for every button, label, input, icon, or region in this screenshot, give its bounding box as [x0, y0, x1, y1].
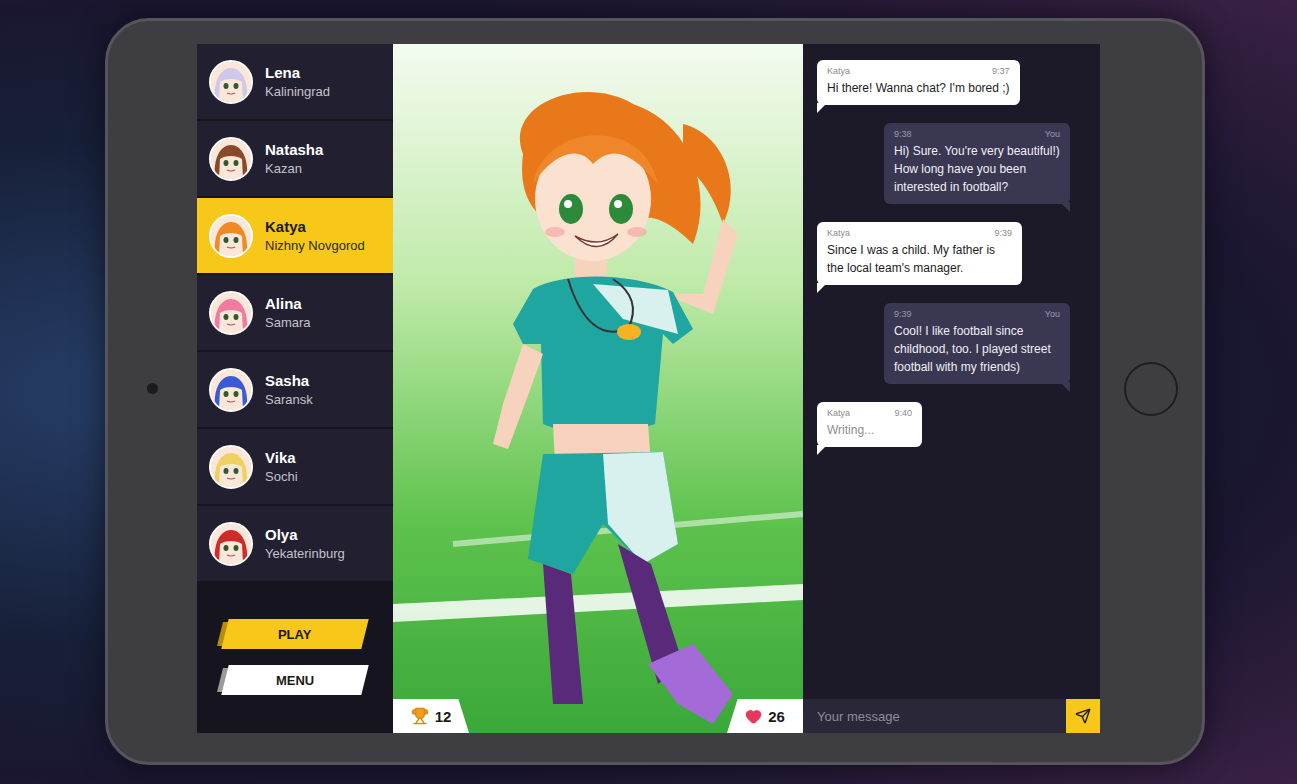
contact-text: Sasha Saransk — [265, 372, 313, 407]
message-time: 9:39 — [894, 309, 912, 319]
menu-button[interactable]: MENU — [221, 665, 368, 695]
contact-item[interactable]: Sasha Saransk — [197, 352, 393, 427]
message-header: Katya 9:39 — [827, 228, 1012, 238]
button-label: PLAY — [278, 627, 311, 642]
heart-icon — [745, 708, 762, 725]
tablet-bezel-right — [1100, 44, 1202, 733]
contact-city: Kazan — [265, 161, 323, 176]
trophy-badge: 12 — [393, 699, 469, 733]
camera-icon — [147, 383, 158, 394]
avatar-icon — [211, 62, 251, 102]
contact-avatar — [209, 522, 253, 566]
message-time: 9:39 — [994, 228, 1012, 238]
contact-text: Katya Nizhny Novgorod — [265, 218, 365, 253]
message-sender: You — [1045, 309, 1060, 319]
contact-city: Kaliningrad — [265, 84, 330, 99]
avatar-icon — [211, 447, 251, 487]
likes-count: 26 — [768, 708, 785, 725]
send-icon — [1075, 708, 1091, 724]
contact-city: Samara — [265, 315, 311, 330]
message-bubble: 9:39 You Cool! I like football since child… — [884, 303, 1070, 384]
contact-item[interactable]: Katya Nizhny Novgorod — [197, 198, 393, 273]
sidebar: Lena Kaliningrad Natasha Kazan Katya Nizhny N… — [197, 44, 393, 733]
contact-text: Lena Kaliningrad — [265, 64, 330, 99]
message-header: Katya 9:37 — [827, 66, 1010, 76]
contact-avatar — [209, 368, 253, 412]
message-text: Cool! I like football since childhood, t… — [894, 322, 1060, 376]
message-bubble: Katya 9:37 Hi there! Wanna chat? I'm bored… — [817, 60, 1020, 105]
button-label: MENU — [276, 673, 314, 688]
message-time: 9:37 — [992, 66, 1010, 76]
contact-city: Nizhny Novgorod — [265, 238, 365, 253]
contact-name: Katya — [265, 218, 365, 235]
character-picture: 12 26 — [393, 44, 803, 733]
contact-avatar — [209, 60, 253, 104]
message-sender: Katya — [827, 228, 850, 238]
contact-city: Saransk — [265, 392, 313, 407]
button-area: PLAY MENU — [197, 581, 393, 733]
message-text: Since I was a child. My father is the lo… — [827, 241, 1012, 277]
avatar-icon — [211, 524, 251, 564]
contact-name: Natasha — [265, 141, 323, 158]
message-header: Katya 9:40 — [827, 408, 912, 418]
message-time: 9:40 — [894, 408, 912, 418]
trophy-icon — [411, 707, 429, 725]
tablet-frame: Lena Kaliningrad Natasha Kazan Katya Nizhny N… — [105, 18, 1205, 765]
contact-avatar — [209, 291, 253, 335]
character-illustration — [393, 44, 803, 733]
contact-name: Sasha — [265, 372, 313, 389]
chat-panel: Katya 9:37 Hi there! Wanna chat? I'm bored… — [803, 44, 1100, 733]
contact-item[interactable]: Vika Sochi — [197, 429, 393, 504]
contact-name: Lena — [265, 64, 330, 81]
message-time: 9:38 — [894, 129, 912, 139]
tablet-bezel-left — [108, 44, 197, 733]
contact-text: Natasha Kazan — [265, 141, 323, 176]
contact-city: Sochi — [265, 469, 298, 484]
message-sender: You — [1045, 129, 1060, 139]
send-button[interactable] — [1066, 699, 1100, 733]
message-list: Katya 9:37 Hi there! Wanna chat? I'm bored… — [803, 44, 1100, 699]
message-text: Hi) Sure. You're very beautiful!) How lo… — [894, 142, 1060, 196]
likes-badge: 26 — [727, 699, 803, 733]
contact-avatar — [209, 137, 253, 181]
avatar-icon — [211, 216, 251, 256]
message-sender: Katya — [827, 408, 850, 418]
contact-list: Lena Kaliningrad Natasha Kazan Katya Nizhny N… — [197, 44, 393, 581]
contact-name: Olya — [265, 526, 345, 543]
avatar-icon — [211, 370, 251, 410]
contact-text: Olya Yekaterinburg — [265, 526, 345, 561]
contact-avatar — [209, 214, 253, 258]
message-header: 9:38 You — [894, 129, 1060, 139]
contact-item[interactable]: Natasha Kazan — [197, 121, 393, 196]
message-text: Writing... — [827, 421, 912, 439]
contact-name: Vika — [265, 449, 298, 466]
menu-button[interactable]: PLAY — [221, 619, 368, 649]
message-header: 9:39 You — [894, 309, 1060, 319]
trophy-count: 12 — [435, 708, 452, 725]
avatar-icon — [211, 139, 251, 179]
message-composer — [803, 699, 1100, 733]
home-button[interactable] — [1124, 362, 1178, 416]
message-text: Hi there! Wanna chat? I'm bored ;) — [827, 79, 1010, 97]
message-bubble: Katya 9:40 Writing... — [817, 402, 922, 447]
contact-item[interactable]: Olya Yekaterinburg — [197, 506, 393, 581]
message-input[interactable] — [803, 699, 1066, 733]
contact-text: Alina Samara — [265, 295, 311, 330]
message-bubble: Katya 9:39 Since I was a child. My father … — [817, 222, 1022, 285]
message-sender: Katya — [827, 66, 850, 76]
avatar-icon — [211, 293, 251, 333]
contact-name: Alina — [265, 295, 311, 312]
contact-text: Vika Sochi — [265, 449, 298, 484]
page: Lena Kaliningrad Natasha Kazan Katya Nizhny N… — [0, 0, 1297, 784]
game-screen: Lena Kaliningrad Natasha Kazan Katya Nizhny N… — [197, 44, 1100, 733]
contact-avatar — [209, 445, 253, 489]
contact-city: Yekaterinburg — [265, 546, 345, 561]
contact-item[interactable]: Alina Samara — [197, 275, 393, 350]
contact-item[interactable]: Lena Kaliningrad — [197, 44, 393, 119]
message-bubble: 9:38 You Hi) Sure. You're very beautiful!)… — [884, 123, 1070, 204]
